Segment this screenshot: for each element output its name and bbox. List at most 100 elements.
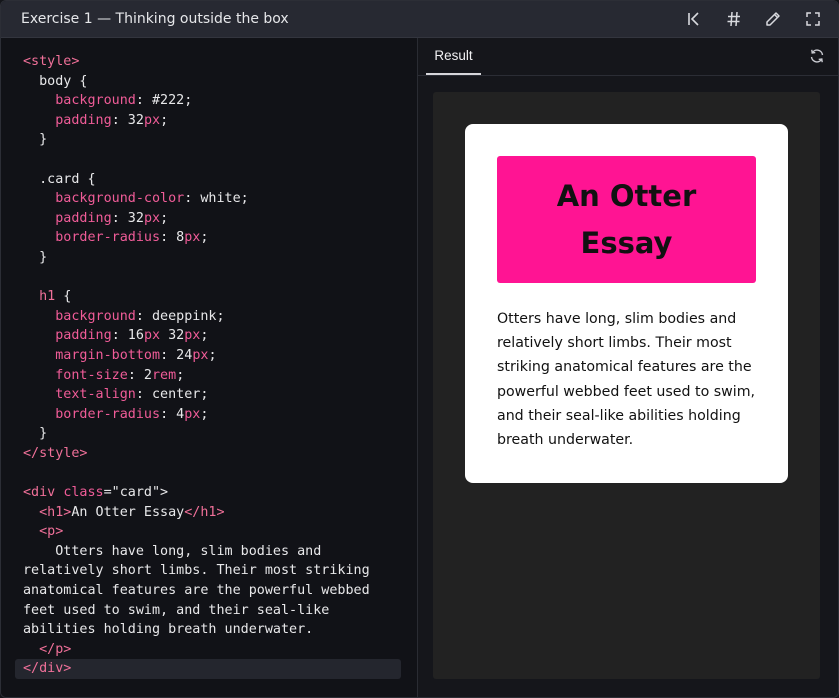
code-token: border-radius [55,406,161,422]
code-token: ; [176,367,185,383]
code-line: Otters have long, slim bodies and [23,542,370,562]
code-token: ="card"> [103,485,169,501]
code-token: .card { [23,171,96,187]
code-token: rem [152,367,177,383]
code-line: <h1>An Otter Essay</h1> [23,503,370,523]
fullscreen-icon [806,12,820,26]
code-token: ; [160,210,169,226]
code-line: h1 { [23,287,370,307]
code-token: An Otter Essay [71,504,185,520]
code-token: ; [200,328,209,344]
code-line: padding: 32px; [23,209,370,229]
code-token: margin-bottom [55,347,161,363]
code-token: px [143,112,161,128]
code-token: abilities holding breath underwater. [23,622,314,638]
code-token: : white; [184,191,249,207]
code-token: background [55,308,136,324]
code-token: </div> [23,661,72,677]
code-token: border-radius [55,230,161,246]
code-token: </p> [39,641,72,657]
code-token: px [184,328,201,344]
pencil-icon [766,12,780,26]
reset-button[interactable] [681,7,707,31]
code-token: Otters have long, slim bodies and [23,543,322,559]
code-line: padding: 32px; [23,111,370,131]
code-token: </h1> [184,504,225,520]
code-line: </p> [23,640,370,660]
code-token: px [184,230,201,246]
code-line: margin-bottom: 24px; [23,346,370,366]
code-token: px [143,210,161,226]
code-token: px [184,406,201,422]
code-line: padding: 16px 32px; [23,326,370,346]
code-line: body { [23,72,370,92]
code-token: feet used to swim, and their seal-like [23,602,330,618]
code-token: } [23,249,48,265]
code-token: relatively short limbs. Their most strik… [23,563,370,579]
exercise-window: Exercise 1 — Thinking outside the box <s… [0,0,839,698]
code-token: ; [200,230,209,246]
card-paragraph: Otters have long, slim bodies and relati… [497,311,756,449]
code-token: px [143,328,161,344]
otter-card: An Otter Essay Otters have long, slim bo… [465,124,788,483]
code-token: ; [208,347,217,363]
code-token: : #222; [135,93,193,109]
code-token: <h1> [39,504,72,520]
code-token: background-color [55,191,185,207]
code-token: : deeppink; [135,308,225,324]
code-line: anatomical features are the powerful web… [23,581,370,601]
code-line: </style> [23,444,370,464]
code-line: background: deeppink; [23,307,370,327]
code-line: text-align: center; [23,385,370,405]
code-token: h1 [39,289,56,305]
refresh-icon [810,49,824,63]
code-line: <p> [23,522,370,542]
code-editor[interactable]: <style> body { background: #222; padding… [1,38,418,697]
code-line: font-size: 2rem; [23,366,370,386]
fullscreen-button[interactable] [800,7,826,31]
edit-button[interactable] [760,7,786,31]
code-line: border-radius: 8px; [23,228,370,248]
card-heading: An Otter Essay [497,156,756,283]
title-bar: Exercise 1 — Thinking outside the box [1,1,838,38]
code-content[interactable]: <style> body { background: #222; padding… [23,52,370,679]
code-line: abilities holding breath underwater. [23,620,370,640]
code-token: 32 [160,328,185,344]
tab-result[interactable]: Result [426,38,481,75]
code-token: : 8 [160,230,185,246]
code-token: <p> [39,524,64,540]
refresh-button[interactable] [806,45,828,67]
code-line: border-radius: 4px; [23,405,370,425]
code-line: background: #222; [23,91,370,111]
code-token: background [55,93,136,109]
result-tabs: Result [418,38,838,76]
code-line: .card { [23,170,370,190]
code-token: font-size [55,367,128,383]
code-token: px [192,347,209,363]
code-token: } [23,132,48,148]
code-token: : 24 [160,347,193,363]
result-panel: Result An Otter Essay Otters have long, … [418,38,838,697]
format-button[interactable] [721,7,747,31]
code-token: padding [55,112,112,128]
code-token: { [55,289,72,305]
heading-line-2: Essay [580,225,673,260]
code-token: ; [200,406,209,422]
code-token: } [23,426,48,442]
code-token: padding [55,328,112,344]
code-token: : 32 [111,112,144,128]
